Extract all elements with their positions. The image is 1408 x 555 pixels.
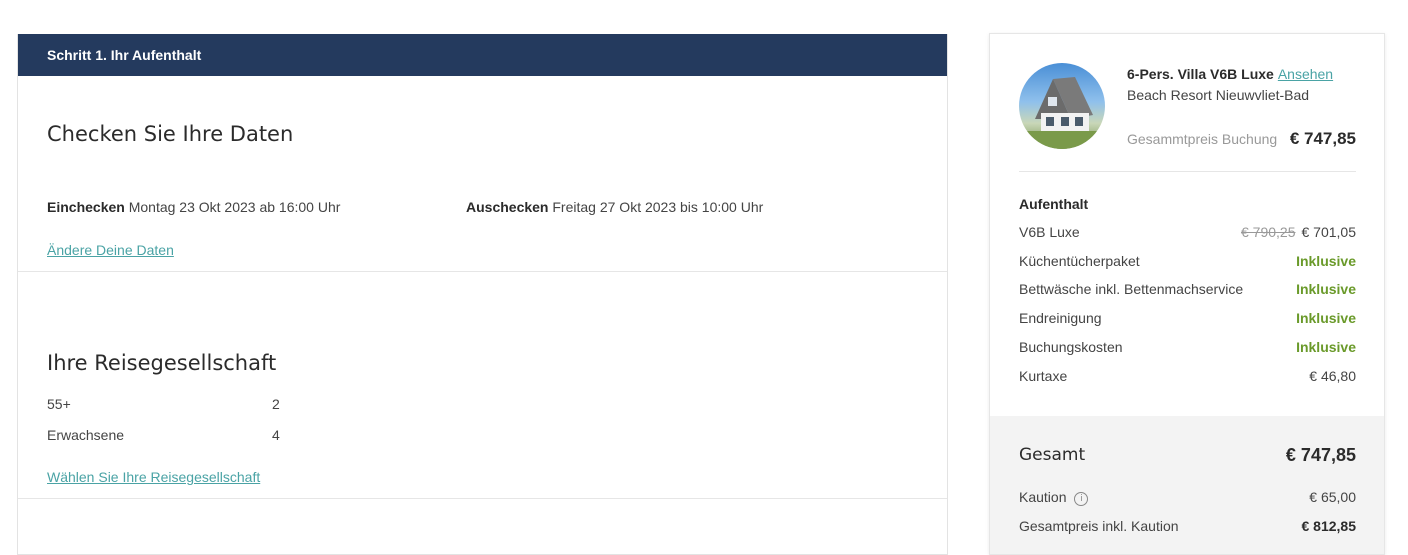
price-line-value: Inklusive: [1296, 281, 1356, 297]
divider: [1019, 171, 1356, 172]
price-line: Kurtaxe € 46,80: [1019, 368, 1356, 388]
party-row-label: 55+: [47, 396, 71, 412]
booking-summary: 6-Pers. Villa V6B Luxe Ansehen Beach Reso…: [989, 33, 1385, 555]
totals-box: Gesamt € 747,85 Kaution i € 65,00 Gesamtp…: [990, 416, 1384, 554]
checkout-value: Freitag 27 Okt 2023 bis 10:00 Uhr: [552, 199, 764, 215]
party-heading: Ihre Reisegesellschaft: [47, 351, 277, 375]
price-line: Bettwäsche inkl. Bettenmachservice Inklu…: [1019, 281, 1356, 301]
property-photo: [1019, 63, 1105, 149]
deposit-line: Kaution i € 65,00: [1019, 489, 1356, 509]
new-price: € 701,05: [1301, 224, 1357, 240]
party-row-count: 4: [272, 427, 280, 443]
price-line-value: Inklusive: [1296, 253, 1356, 269]
price-line-label: Küchentücherpaket: [1019, 253, 1140, 269]
price-line: Küchentücherpaket Inklusive: [1019, 253, 1356, 273]
view-property-link[interactable]: Ansehen: [1278, 66, 1333, 82]
price-line-value: € 46,80: [1309, 368, 1356, 384]
party-row-count: 2: [272, 396, 280, 412]
price-line-label: Bettwäsche inkl. Bettenmachservice: [1019, 281, 1244, 297]
price-line-label: V6B Luxe: [1019, 224, 1080, 240]
incl-deposit-label: Gesamtpreis inkl. Kaution: [1019, 518, 1179, 534]
booking-total-value: € 747,85: [1289, 129, 1356, 148]
booking-form: Schritt 1. Ihr Aufenthalt Checken Sie Ih…: [17, 34, 948, 555]
price-line: V6B Luxe € 790,25 € 701,05: [1019, 224, 1356, 244]
price-line-value: Inklusive: [1296, 339, 1356, 355]
grand-total-label: Gesamt: [1019, 445, 1086, 465]
price-line-label: Endreinigung: [1019, 310, 1102, 326]
change-dates-link[interactable]: Ändere Deine Daten: [47, 242, 174, 258]
deposit-value: € 65,00: [1309, 489, 1356, 505]
price-line-label: Buchungskosten: [1019, 339, 1123, 355]
booking-total-label: Gesammtpreis Buchung: [1127, 131, 1278, 147]
party-row-label: Erwachsene: [47, 427, 125, 443]
property-name: 6-Pers. Villa V6B Luxe Ansehen: [1127, 66, 1333, 82]
change-party-link[interactable]: Wählen Sie Ihre Reisegesellschaft: [47, 469, 260, 485]
property-title: 6-Pers. Villa V6B Luxe: [1127, 66, 1274, 82]
party-section: Ihre Reisegesellschaft 55+ 2 Erwachsene …: [18, 272, 947, 499]
step-header: Schritt 1. Ihr Aufenthalt: [18, 34, 947, 76]
deposit-label: Kaution: [1019, 489, 1067, 505]
stay-title: Aufenthalt: [1019, 196, 1089, 212]
price-line: Endreinigung Inklusive: [1019, 310, 1356, 330]
old-price: € 790,25: [1241, 224, 1296, 240]
dates-heading: Checken Sie Ihre Daten: [47, 122, 294, 146]
info-icon[interactable]: i: [1074, 492, 1089, 506]
incl-deposit-line: Gesamtpreis inkl. Kaution € 812,85: [1019, 518, 1356, 538]
incl-deposit-value: € 812,85: [1301, 518, 1357, 534]
resort-name: Beach Resort Nieuwvliet-Bad: [1127, 87, 1310, 103]
checkin-value: Montag 23 Okt 2023 ab 16:00 Uhr: [128, 199, 341, 215]
dates-section: Checken Sie Ihre Daten Einchecken Montag…: [18, 76, 947, 272]
checkin-label: Einchecken: [47, 199, 125, 215]
villa-image: [1019, 77, 1105, 149]
party-row: Erwachsene 4: [47, 427, 280, 443]
checkout: Auschecken Freitag 27 Okt 2023 bis 10:00…: [466, 199, 763, 215]
dates-row: Einchecken Montag 23 Okt 2023 ab 16:00 U…: [47, 199, 763, 215]
checkout-label: Auschecken: [466, 199, 549, 215]
price-line-value: Inklusive: [1296, 310, 1356, 326]
party-row: 55+ 2: [47, 396, 280, 412]
price-line: Buchungskosten Inklusive: [1019, 339, 1356, 359]
price-line-value: € 790,25 € 701,05: [1241, 224, 1356, 240]
price-line-label: Kurtaxe: [1019, 368, 1068, 384]
grand-total-value: € 747,85: [1285, 445, 1356, 465]
